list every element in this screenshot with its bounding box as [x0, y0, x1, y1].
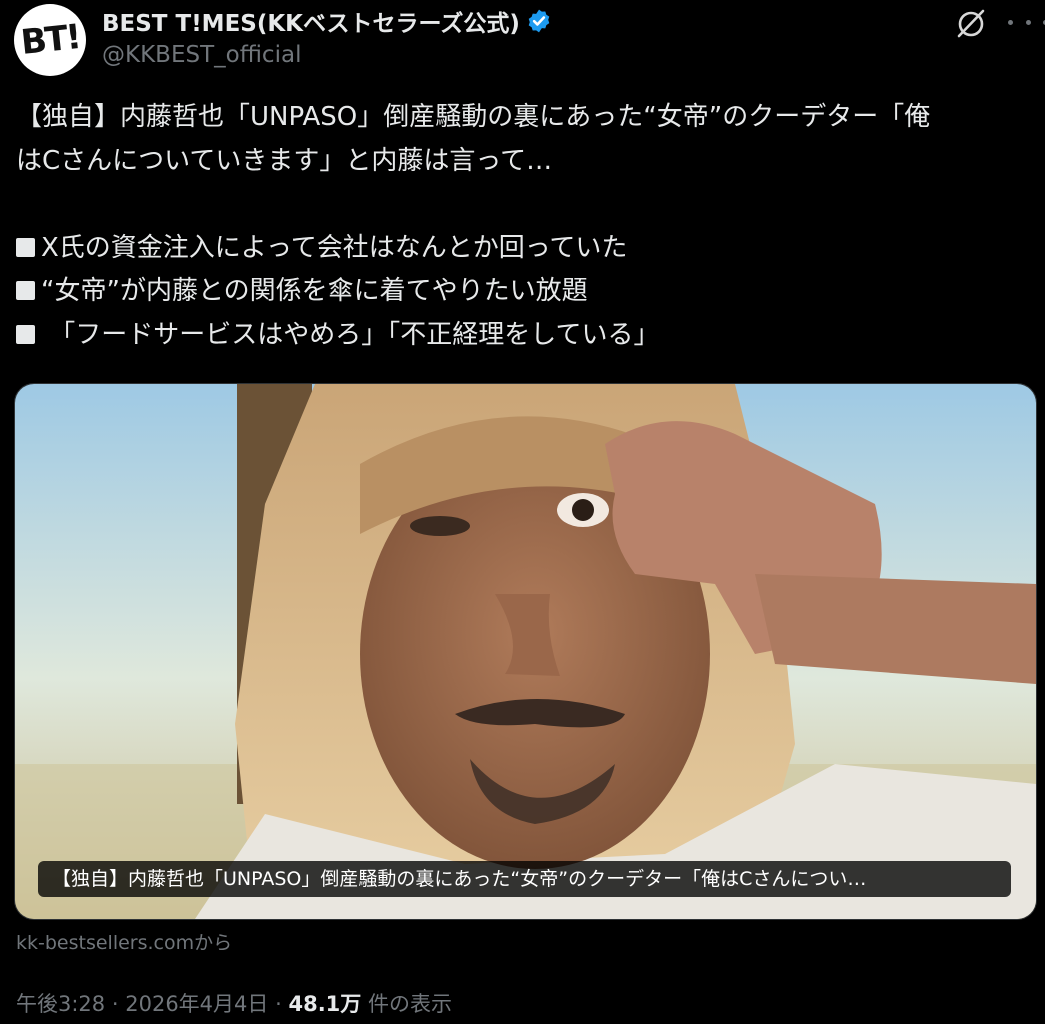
- card-photo: [15, 384, 1036, 919]
- bullet-item: X氏の資金注入によって会社はなんとか回っていた: [16, 227, 1031, 271]
- author-info: BEST T!MES(KKベストセラーズ公式) @KKBEST_official: [102, 4, 552, 68]
- meta-separator: ·: [111, 992, 119, 1016]
- bullet-item: “女帝”が内藤との関係を傘に着てやりたい放題: [16, 270, 1031, 314]
- avatar-logo-text: BT!: [18, 17, 82, 63]
- tweet-text: 【独自】内藤哲也「UNPASO」倒産騒動の裏にあった“女帝”のクーデター「俺 は…: [16, 96, 1031, 357]
- bullet-text: “女帝”が内藤との関係を傘に着てやりたい放題: [41, 276, 588, 306]
- tweet-line: 【独自】内藤哲也「UNPASO」倒産騒動の裏にあった“女帝”のクーデター「俺: [16, 102, 931, 132]
- bullet-text: 「フードサービスはやめろ」「不正経理をしている」: [41, 319, 660, 350]
- grok-icon[interactable]: [954, 6, 988, 40]
- name-row: BEST T!MES(KKベストセラーズ公式): [102, 4, 552, 38]
- square-bullet-icon: [16, 324, 35, 344]
- verified-badge-icon: [528, 9, 550, 33]
- tweet-header: BT! BEST T!MES(KKベストセラーズ公式) @KKBEST_offi…: [14, 0, 1045, 90]
- view-label: 件の表示: [367, 992, 452, 1016]
- more-dot: [1008, 19, 1013, 25]
- more-dot: [1025, 19, 1031, 25]
- card-source[interactable]: kk-bestsellers.comから: [16, 928, 232, 955]
- bullet-item: 「フードサービスはやめろ」「不正経理をしている」: [16, 314, 1031, 358]
- avatar[interactable]: BT!: [14, 4, 86, 76]
- tweet-date[interactable]: 2026年4月4日: [125, 992, 268, 1016]
- display-name[interactable]: BEST T!MES(KKベストセラーズ公式): [102, 4, 520, 38]
- tweet-time[interactable]: 午後3:28: [16, 992, 105, 1016]
- meta-separator: ·: [275, 992, 282, 1016]
- square-bullet-icon: [16, 237, 35, 257]
- square-bullet-icon: [16, 281, 35, 300]
- more-icon[interactable]: [1008, 10, 1045, 34]
- view-count[interactable]: 48.1万: [288, 992, 361, 1016]
- handle[interactable]: @KKBEST_official: [102, 42, 552, 68]
- tweet-meta: 午後3:28 · 2026年4月4日 · 48.1万 件の表示: [16, 988, 452, 1018]
- tweet-line: はCさんについていきます」と内藤は言って…: [16, 145, 553, 176]
- bullet-text: X氏の資金注入によって会社はなんとか回っていた: [41, 232, 628, 263]
- link-card[interactable]: 【独自】内藤哲也「UNPASO」倒産騒動の裏にあった“女帝”のクーデター「俺はC…: [14, 383, 1037, 920]
- card-title: 【独自】内藤哲也「UNPASO」倒産騒動の裏にあった“女帝”のクーデター「俺はC…: [38, 861, 1011, 897]
